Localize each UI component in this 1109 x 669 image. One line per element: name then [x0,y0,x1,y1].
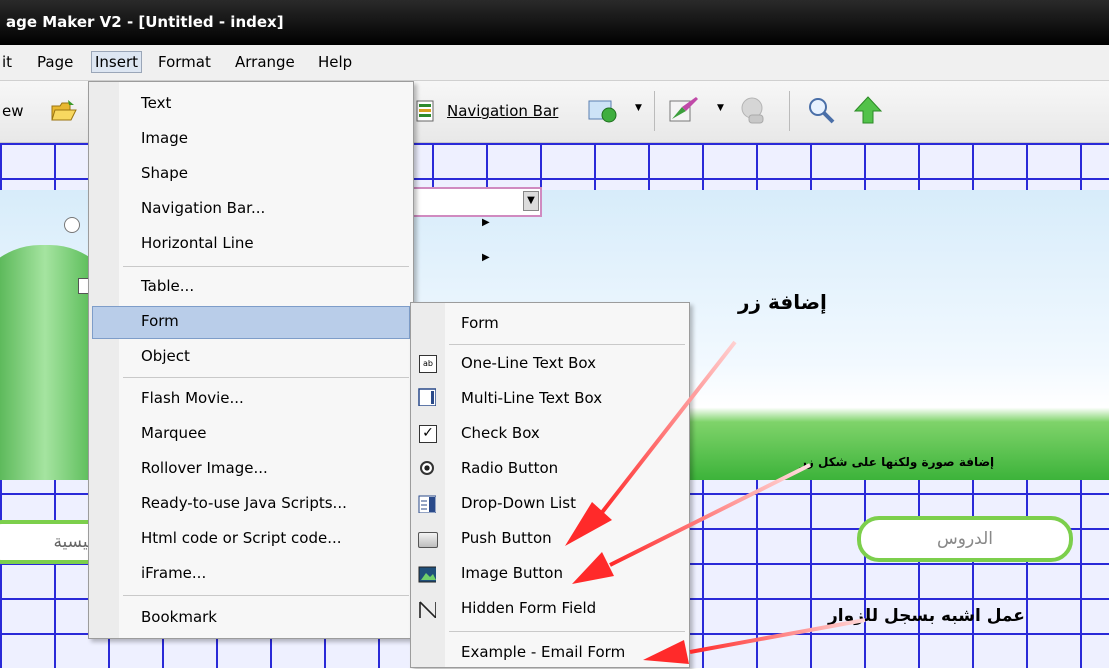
arrow-up-icon[interactable] [853,95,883,125]
menu-item-text[interactable]: Text [141,87,171,120]
dropdown-arrow-icon[interactable]: ▼ [635,103,642,113]
dropdown-arrow-icon[interactable]: ▼ [523,191,539,211]
submenu-item-example-email-form[interactable]: Example - Email Form [461,636,625,669]
menu-edit[interactable]: it [2,53,12,71]
menu-page[interactable]: Page [37,53,73,71]
submenu-item-form[interactable]: Form [461,307,499,340]
dropdown-arrow-icon[interactable]: ▼ [717,103,724,113]
push-button-icon [418,532,438,548]
menu-arrange[interactable]: Arrange [235,53,295,71]
menu-item-iframe[interactable]: iFrame... [141,557,206,590]
multiline-text-icon [418,388,436,406]
menu-item-table[interactable]: Table... [141,270,194,303]
submenu-item-radio-button[interactable]: Radio Button [461,452,558,485]
menu-item-flash-movie[interactable]: Flash Movie... [141,382,244,415]
menu-insert[interactable]: Insert [91,51,143,73]
menu-item-horizontal-line[interactable]: Horizontal Line [141,227,254,260]
submenu-arrow-icon: ▶ [482,252,490,263]
submenu-item-push-button[interactable]: Push Button [461,522,552,555]
menu-item-shape[interactable]: Shape [141,157,188,190]
annotation-guestbook: عمل اشبه بسجل للزوار [828,606,1025,626]
open-folder-icon[interactable] [50,98,78,124]
menu-bar: it Page Insert Format Arrange Help [0,45,1109,81]
annotation-add-image-button: إضافة صورة ولكنها على شكل زر [800,455,995,469]
menu-item-html-code[interactable]: Html code or Script code... [141,522,342,555]
menu-separator [123,595,409,596]
menu-format[interactable]: Format [158,53,211,71]
radio-button-element[interactable] [64,217,80,233]
menu-item-form-highlight[interactable] [92,306,410,339]
color-picker-icon[interactable] [668,95,702,125]
menu-item-object[interactable]: Object [141,340,190,373]
form-submenu: Form ab One-Line Text Box Multi-Line Tex… [410,302,690,668]
dropdown-element[interactable] [402,187,542,217]
nav-pill-lessons-label: الدروس [937,529,993,549]
menu-separator [123,266,409,267]
submenu-item-check-box[interactable]: Check Box [461,417,540,450]
menu-item-image[interactable]: Image [141,122,188,155]
checkbox-icon: ✓ [419,425,437,443]
toolbar-new-button-label[interactable]: ew [2,102,24,120]
window-title-bar: age Maker V2 - [Untitled - index] [0,0,1109,45]
menu-icon-column [89,82,119,638]
submenu-item-image-button[interactable]: Image Button [461,557,563,590]
submenu-item-one-line-text-box[interactable]: One-Line Text Box [461,347,596,380]
menu-item-rollover-image[interactable]: Rollover Image... [141,452,268,485]
image-button-icon [418,566,436,583]
toolbar-separator [789,91,790,131]
menu-separator [449,631,685,632]
menu-item-form[interactable]: Form [141,305,179,338]
text-box-icon: ab [419,355,437,373]
hidden-field-icon [419,601,436,618]
toolbar-separator [654,91,655,131]
menu-item-bookmark[interactable]: Bookmark [141,601,217,634]
navigation-bar-button[interactable]: Navigation Bar [447,102,558,120]
annotation-add-button: إضافة زر [738,290,827,314]
hyperlink-disabled-icon [741,97,764,124]
rollover-image-icon[interactable] [587,97,621,125]
submenu-item-hidden-form-field[interactable]: Hidden Form Field [461,592,596,625]
menu-separator [449,344,685,345]
nav-pill-lessons[interactable]: الدروس [857,516,1073,562]
dropdown-list-icon [418,495,436,513]
radio-button-icon [420,461,434,475]
menu-item-navigation-bar[interactable]: Navigation Bar... [141,192,265,225]
zoom-icon[interactable] [806,95,836,125]
submenu-item-drop-down-list[interactable]: Drop-Down List [461,487,576,520]
submenu-item-multi-line-text-box[interactable]: Multi-Line Text Box [461,382,602,415]
menu-item-java-scripts[interactable]: Ready-to-use Java Scripts... [141,487,347,520]
menu-item-marquee[interactable]: Marquee [141,417,207,450]
navigation-bar-icon[interactable] [414,99,438,123]
menu-separator [123,377,409,378]
insert-menu: Text Image ▶ Shape ▶ Navigation Bar... H… [88,81,490,639]
window-title: age Maker V2 - [Untitled - index] [6,13,284,31]
menu-help[interactable]: Help [318,53,352,71]
submenu-arrow-icon: ▶ [482,217,490,228]
